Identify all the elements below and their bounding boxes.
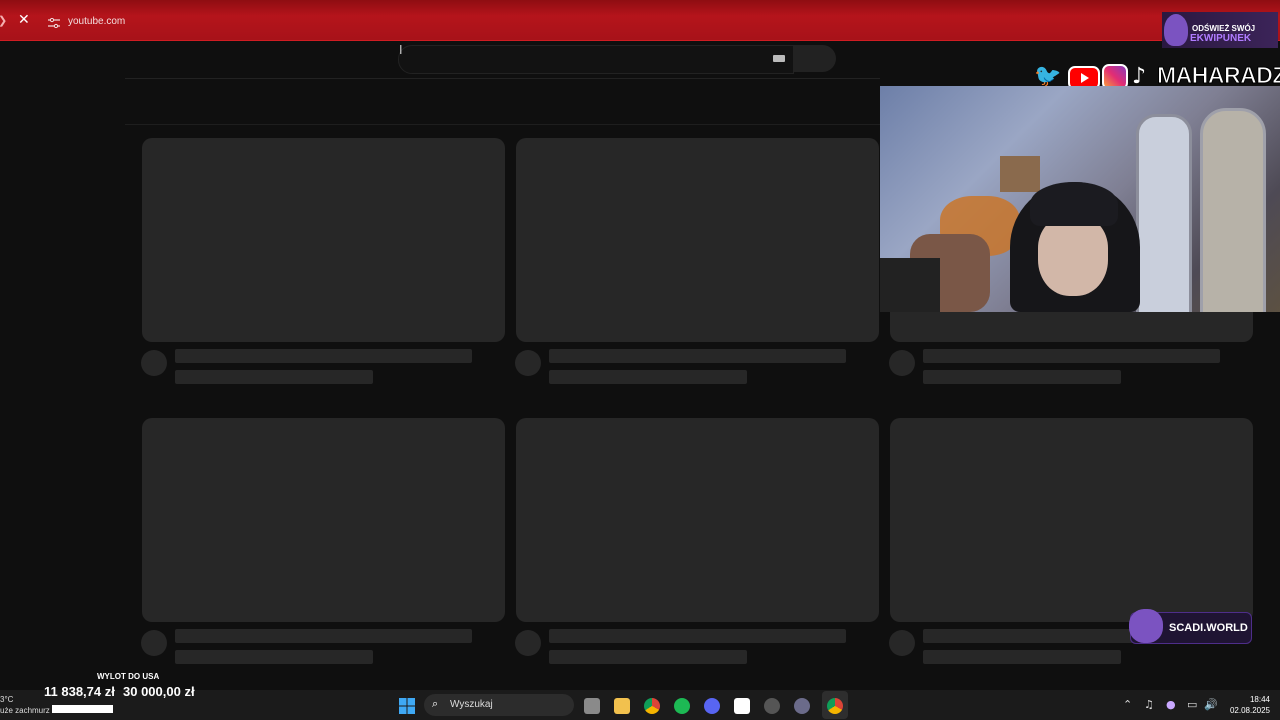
sponsor-badge: SCADI.WORLD [1129, 609, 1252, 644]
goal-current: 11 838,74 zł [44, 684, 115, 699]
title-placeholder [175, 629, 472, 643]
streamer-hat [1030, 182, 1118, 226]
chrome-active-icon[interactable] [827, 698, 843, 714]
meta-placeholder [923, 650, 1121, 664]
system-clock[interactable]: 18:44 02.08.2025 [1224, 694, 1270, 716]
obs-icon[interactable] [764, 698, 780, 714]
badge-line1: ODŚWIEŻ SWÓJ [1192, 24, 1256, 33]
task-view-icon[interactable] [584, 698, 600, 714]
goal-title: WYLOT DO USA [97, 672, 160, 681]
title-placeholder [549, 629, 846, 643]
clock-date: 02.08.2025 [1229, 706, 1270, 715]
taskbar-search-placeholder: Wyszukaj [450, 699, 493, 710]
search-input[interactable] [398, 45, 794, 74]
equipment-badge: ODŚWIEŻ SWÓJ EKWIPUNEK [1162, 12, 1278, 48]
title-placeholder [175, 349, 472, 363]
mascot-icon [1164, 14, 1188, 46]
mascot-icon [1129, 609, 1163, 643]
background-door [1200, 108, 1266, 312]
video-thumbnail-placeholder[interactable] [516, 138, 879, 342]
microphone-icon[interactable]: ● [1166, 698, 1176, 711]
meta-placeholder [549, 650, 747, 664]
chrome-icon[interactable] [644, 698, 660, 714]
taskbar-search[interactable]: ⌕ Wyszukaj [424, 694, 574, 716]
chevron-left-icon[interactable]: ❯ [0, 14, 7, 27]
avatar-placeholder [141, 350, 167, 376]
clock-time: 18:44 [1249, 695, 1270, 704]
weather-widget[interactable]: 3°C uże zachmurz [0, 694, 50, 716]
streamer-name: MAHARADZZA [1157, 62, 1280, 89]
chevron-up-icon[interactable]: ⌃ [1123, 698, 1132, 711]
avatar-placeholder [515, 630, 541, 656]
chips-divider [125, 124, 880, 125]
badge-line2: EKWIPUNEK [1190, 33, 1252, 44]
close-icon[interactable]: ✕ [18, 12, 32, 28]
title-placeholder [549, 349, 846, 363]
spotify-icon[interactable] [674, 698, 690, 714]
capcut-icon[interactable] [734, 698, 750, 714]
avatar-placeholder [889, 630, 915, 656]
goal-progress-bar [52, 705, 113, 713]
file-explorer-icon[interactable] [614, 698, 630, 714]
video-thumbnail-placeholder[interactable] [516, 418, 879, 622]
goal-target: 30 000,00 zł [123, 684, 195, 699]
meta-placeholder [175, 650, 373, 664]
avatar-placeholder [889, 350, 915, 376]
meta-placeholder [549, 370, 747, 384]
title-placeholder [923, 349, 1220, 363]
meta-placeholder [175, 370, 373, 384]
windows-start-icon[interactable] [399, 698, 415, 714]
headset-icon[interactable]: ♫ [1144, 698, 1154, 711]
webcam-feed [880, 86, 1280, 312]
video-thumbnail-placeholder[interactable] [890, 418, 1253, 622]
discord-icon[interactable] [704, 698, 720, 714]
search-button[interactable] [793, 45, 836, 72]
search-icon: ⌕ [432, 697, 439, 710]
streamer-face [1038, 216, 1108, 296]
background-shelf [1000, 156, 1040, 192]
keyboard-icon[interactable] [773, 55, 785, 62]
sponsor-text: SCADI.WORLD [1169, 622, 1248, 634]
avatar-placeholder [141, 630, 167, 656]
url-text[interactable]: youtube.com [68, 16, 125, 27]
weather-desc: uże zachmurz [0, 706, 50, 715]
avatar-placeholder [515, 350, 541, 376]
browser-top-bar: ❯ ✕ youtube.com [0, 0, 1280, 41]
background-desk [880, 258, 940, 312]
volume-icon[interactable]: 🔊 [1204, 698, 1218, 711]
video-thumbnail-placeholder[interactable] [142, 418, 505, 622]
meta-placeholder [923, 370, 1121, 384]
weather-temp: 3°C [0, 695, 14, 704]
text-cursor-icon: I [399, 43, 403, 57]
background-door [1136, 114, 1192, 312]
video-thumbnail-placeholder[interactable] [142, 138, 505, 342]
app-icon[interactable] [794, 698, 810, 714]
tune-icon[interactable] [48, 15, 62, 29]
monitor-icon[interactable]: ▭ [1187, 698, 1197, 711]
